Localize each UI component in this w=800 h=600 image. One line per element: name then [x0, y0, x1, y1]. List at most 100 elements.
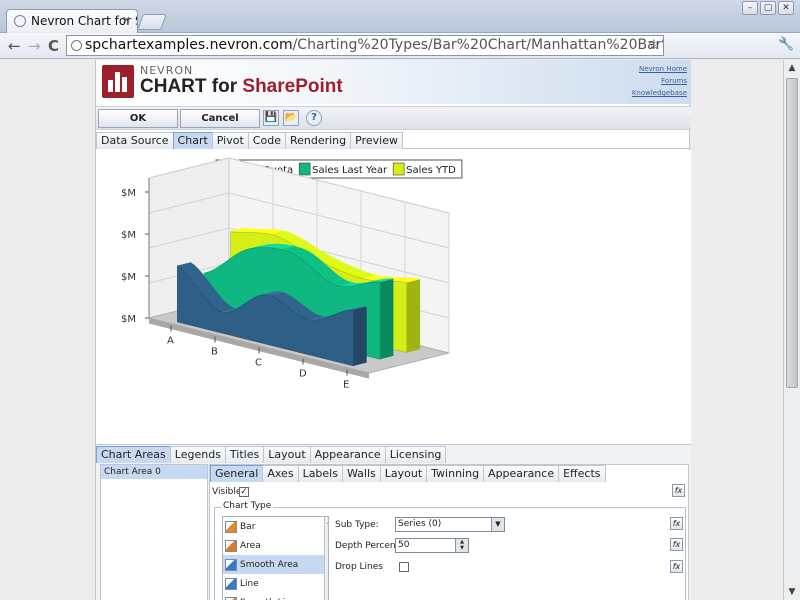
prop-tab-twinning[interactable]: Twinning [426, 465, 485, 482]
editor-tabs: Chart Areas Legends Titles Layout Appearance… [96, 446, 447, 463]
restore-button[interactable]: ▢ [760, 1, 776, 15]
chart-type-area-icon [225, 539, 237, 552]
depth-fx-button[interactable]: fx [670, 538, 683, 551]
open-folder-icon[interactable]: 📂 [283, 110, 299, 126]
wrench-icon[interactable]: 🔧 [778, 37, 794, 52]
chart-type-legend: Chart Type [221, 501, 274, 511]
page-favicon-icon [14, 15, 26, 27]
depth-percent-stepper[interactable]: 50 ▲ ▼ [395, 538, 469, 553]
url-host: spchartexamples.nevron.com [85, 37, 293, 53]
minimize-button[interactable]: – [742, 1, 758, 15]
visible-checkbox[interactable]: ✓ [239, 487, 249, 497]
tab-preview[interactable]: Preview [350, 132, 403, 149]
chart-type-smooth-area-icon [225, 558, 237, 571]
visible-fx-button[interactable]: fx [672, 484, 685, 497]
sub-type-value: Series (0) [398, 519, 442, 529]
tab-chart[interactable]: Chart [172, 132, 213, 149]
scroll-up-icon[interactable]: ▲ [784, 60, 800, 76]
series-end-face [380, 278, 394, 360]
url-path: /Charting%20Types/Bar%20Chart/Manhattan%… [292, 37, 663, 53]
tab-close-icon[interactable]: × [122, 13, 131, 26]
globe-icon [71, 40, 82, 51]
series-end-face [353, 306, 367, 366]
editor-tab-layout[interactable]: Layout [263, 446, 311, 463]
chart-type-line[interactable]: Line [223, 574, 328, 593]
chart-type-area[interactable]: Area [223, 536, 328, 555]
ok-button[interactable]: OK [98, 109, 178, 128]
chart-type-label: Smooth Area [240, 559, 299, 570]
header-links: Nevron Home Forums Knowledgebase [632, 63, 687, 99]
sub-type-label: Sub Type: [335, 520, 379, 530]
action-bar: OK Cancel 💾 📂 ? [96, 106, 691, 130]
visible-label: Visible [212, 487, 242, 497]
reload-icon[interactable]: C [48, 37, 59, 55]
drop-lines-fx-button[interactable]: fx [670, 560, 683, 573]
chart-type-group: Chart Type Bar Area Smooth Area Line Smooth … [214, 501, 686, 600]
page-scrollbar[interactable]: ▲ ▼ [783, 60, 800, 600]
sharepoint-page: NEVRON CHART for SharePoint Nevron Home … [95, 60, 691, 600]
chevron-down-icon: ▼ [491, 518, 504, 531]
chart-type-line-icon [225, 577, 237, 590]
tab-rendering[interactable]: Rendering [284, 132, 352, 149]
link-forums[interactable]: Forums [632, 75, 687, 87]
stepper-arrows-icon[interactable]: ▲ ▼ [455, 539, 468, 552]
close-window-button[interactable]: ✕ [778, 1, 794, 15]
chart-type-smooth-line-icon [225, 596, 237, 600]
prop-tab-axes[interactable]: Axes [262, 465, 299, 482]
chart-type-label: Bar [240, 521, 256, 532]
address-bar[interactable]: spchartexamples.nevron.com/Charting%20Ty… [66, 35, 664, 56]
chart-area-item[interactable]: Chart Area 0 [101, 465, 207, 479]
prop-tab-labels[interactable]: Labels [297, 465, 343, 482]
help-icon[interactable]: ? [306, 110, 322, 126]
forward-arrow-icon[interactable]: → [28, 37, 41, 55]
scroll-down-icon[interactable]: ▼ [784, 584, 800, 600]
chart-area-list[interactable]: Chart Area 0 [100, 464, 208, 600]
back-arrow-icon[interactable]: ← [8, 37, 21, 55]
property-tabs: General Axes Labels Walls Layout Twinning Appe… [210, 465, 606, 482]
x-tick-label: A [167, 336, 174, 347]
main-tabs: Data Source Chart Pivot Code Rendering Previe… [96, 132, 691, 149]
scroll-thumb[interactable] [786, 78, 798, 388]
tab-pivot[interactable]: Pivot [211, 132, 249, 149]
prop-tab-layout[interactable]: Layout [379, 465, 428, 482]
tab-data-source[interactable]: Data Source [96, 132, 174, 149]
cancel-button[interactable]: Cancel [180, 109, 260, 128]
prop-tab-appearance[interactable]: Appearance [483, 465, 560, 482]
editor-tab-chart-areas[interactable]: Chart Areas [96, 446, 171, 463]
prop-tab-general[interactable]: General [210, 465, 264, 482]
chart-type-bar-icon [225, 520, 237, 533]
x-tick-label: E [343, 380, 349, 391]
chart-type-scrollbar[interactable]: ▲ [324, 517, 328, 600]
new-tab-button[interactable] [137, 14, 167, 30]
editor-tab-titles[interactable]: Titles [224, 446, 265, 463]
tab-code[interactable]: Code [247, 132, 286, 149]
legend-entry: Sales YTD [406, 165, 456, 176]
legend-swatch [298, 162, 311, 176]
chart-preview: Sales QuotaSales Last YearSales YTD $M$M… [96, 150, 691, 444]
editor-tab-legends[interactable]: Legends [169, 446, 226, 463]
prop-tab-walls[interactable]: Walls [341, 465, 381, 482]
chart-type-bar[interactable]: Bar [223, 517, 328, 536]
editor-tab-appearance[interactable]: Appearance [309, 446, 386, 463]
x-tick-label: C [255, 358, 262, 369]
chart-type-list[interactable]: Bar Area Smooth Area Line Smooth Line ▲ [222, 516, 329, 600]
link-knowledgebase[interactable]: Knowledgebase [632, 87, 687, 99]
manhattan-chart: Sales QuotaSales Last YearSales YTD $M$M… [121, 157, 463, 391]
save-icon[interactable]: 💾 [263, 110, 279, 126]
chart-type-smooth-area[interactable]: Smooth Area [223, 555, 328, 574]
chart-type-label: Area [240, 540, 261, 551]
depth-percent-label: Depth Percent: [335, 541, 403, 551]
editor-tab-licensing[interactable]: Licensing [384, 446, 447, 463]
link-nevron-home[interactable]: Nevron Home [632, 63, 687, 75]
legend-swatch [392, 162, 405, 176]
chart-type-label: Line [240, 578, 259, 589]
sub-type-fx-button[interactable]: fx [670, 517, 683, 530]
nevron-logo-icon [102, 65, 134, 98]
prop-tab-effects[interactable]: Effects [558, 465, 606, 482]
x-tick-label: B [211, 347, 218, 358]
sub-type-select[interactable]: Series (0) ▼ [395, 517, 505, 532]
chart-type-smooth-line[interactable]: Smooth Line [223, 593, 328, 600]
bookmark-star-icon[interactable]: ☆ [647, 36, 660, 55]
browser-tab[interactable]: Nevron Chart for SI × [6, 9, 138, 33]
drop-lines-checkbox[interactable] [399, 562, 409, 572]
